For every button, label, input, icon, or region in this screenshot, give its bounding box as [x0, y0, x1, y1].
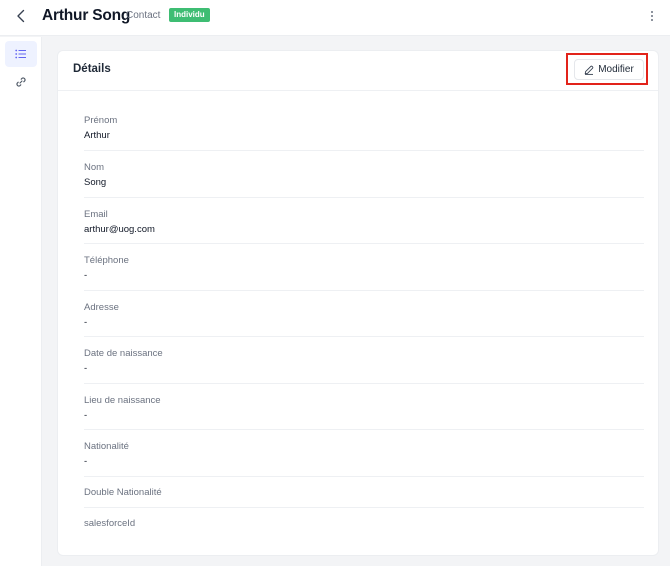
- field-label: salesforceId: [84, 518, 136, 529]
- field-double-nationalite: Double Nationalité: [84, 477, 644, 508]
- back-button[interactable]: [13, 6, 29, 26]
- edit-button-label: Modifier: [598, 64, 634, 75]
- more-options-button[interactable]: [646, 8, 658, 24]
- edit-button[interactable]: Modifier: [574, 59, 644, 80]
- chevron-left-icon: [17, 9, 25, 23]
- field-value: -: [84, 456, 88, 467]
- sidebar-item-details[interactable]: [5, 41, 37, 67]
- field-email: Email arthur@uog.com: [84, 198, 644, 244]
- sidebar-item-links[interactable]: [5, 69, 37, 95]
- details-card: Détails Modifier Prénom Arthur Nom Song …: [57, 50, 659, 556]
- field-value: -: [84, 410, 88, 421]
- card-title: Détails: [73, 63, 111, 75]
- field-value: Arthur: [84, 130, 110, 141]
- status-badge: Individu: [169, 8, 210, 22]
- field-value: -: [84, 270, 88, 281]
- kebab-menu-icon: [651, 11, 653, 21]
- field-prenom: Prénom Arthur: [84, 107, 644, 151]
- page-title: Arthur Song: [42, 7, 131, 24]
- record-type-label: Contact: [126, 10, 161, 21]
- field-label: Prénom: [84, 115, 118, 126]
- field-label: Nom: [84, 162, 105, 173]
- field-label: Adresse: [84, 302, 119, 313]
- field-label: Double Nationalité: [84, 487, 162, 498]
- link-icon: [16, 77, 26, 87]
- field-label: Téléphone: [84, 255, 129, 266]
- sidebar: [0, 37, 42, 566]
- top-bar: Arthur Song Contact Individu: [0, 0, 670, 36]
- field-label: Date de naissance: [84, 348, 163, 359]
- field-value: Song: [84, 177, 107, 188]
- card-header: Détails Modifier: [58, 51, 658, 91]
- field-nationalite: Nationalité -: [84, 430, 644, 477]
- field-label: Lieu de naissance: [84, 395, 161, 406]
- field-adresse: Adresse -: [84, 291, 644, 337]
- field-value: -: [84, 317, 88, 328]
- list-icon: [15, 49, 26, 59]
- field-nom: Nom Song: [84, 151, 644, 198]
- pencil-icon: [584, 65, 594, 75]
- field-lieu-de-naissance: Lieu de naissance -: [84, 384, 644, 430]
- field-date-de-naissance: Date de naissance -: [84, 337, 644, 384]
- field-label: Email: [84, 209, 108, 220]
- field-telephone: Téléphone -: [84, 244, 644, 291]
- field-label: Nationalité: [84, 441, 129, 452]
- field-value: -: [84, 363, 88, 374]
- field-value: arthur@uog.com: [84, 224, 155, 235]
- field-salesforceid: salesforceId: [84, 508, 644, 548]
